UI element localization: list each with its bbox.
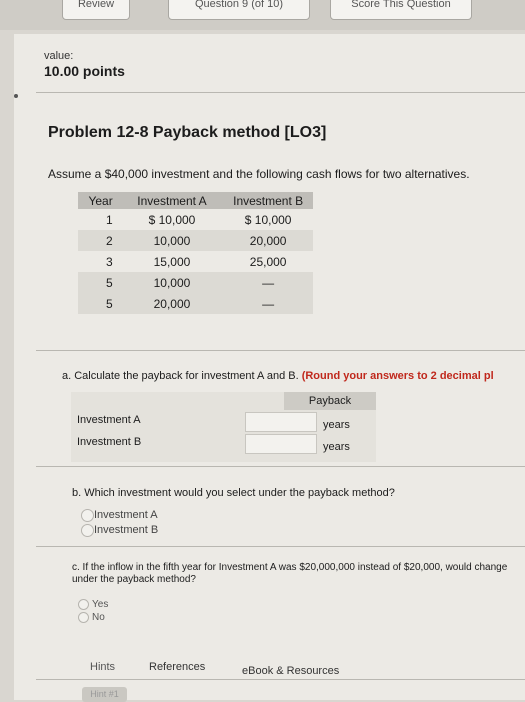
option-label-investment-a: Investment A	[94, 509, 158, 521]
review-label: Review	[77, 0, 115, 10]
table-row: 1 $ 10,000 $ 10,000	[78, 209, 313, 230]
divider	[36, 546, 525, 547]
problem-title: Problem 12-8 Payback method [LO3]	[48, 124, 327, 141]
cell-investment-a: 20,000	[120, 293, 224, 314]
column-header-investment-a: Investment A	[120, 192, 224, 209]
cell-investment-a: $ 10,000	[148, 212, 196, 227]
table-row: 2 10,000 20,000	[78, 230, 313, 251]
cell-investment-b: $ 10,000	[244, 212, 292, 227]
value-label: value:	[44, 50, 74, 62]
top-toolbar: Review Question 9 (of 10) Score This Que…	[0, 0, 525, 30]
cell-investment-a: 15,000	[153, 254, 191, 269]
payback-input-investment-a[interactable]	[245, 412, 317, 432]
cell-year: 1	[106, 212, 113, 227]
option-label-investment-b: Investment B	[94, 524, 159, 536]
cash-flow-table: Year Investment A Investment B 1 $ 10,00…	[78, 192, 313, 314]
answer-label-investment-b: Investment B	[77, 436, 142, 448]
question-nav-button[interactable]: Question 9 (of 10)	[168, 0, 310, 20]
payback-column-header: Payback	[284, 392, 376, 410]
radio-no[interactable]	[78, 612, 89, 623]
part-c-question: c. If the inflow in the fifth year for I…	[72, 562, 508, 585]
bullet-marker	[14, 94, 18, 98]
cell-investment-b: —	[223, 272, 313, 293]
part-a-text: a. Calculate the payback for investment …	[62, 370, 299, 382]
table-row: 5 10,000 —	[78, 272, 313, 293]
cell-year: 2	[78, 230, 121, 251]
part-a-instruction: (Round your answers to 2 decimal pl	[301, 370, 494, 382]
question-nav-label: Question 9 (of 10)	[194, 0, 284, 10]
column-header-investment-b: Investment B	[223, 192, 313, 209]
hints-tab[interactable]: Hints	[90, 661, 115, 673]
cell-year: 5	[78, 293, 121, 314]
cell-investment-a: 10,000	[120, 230, 224, 251]
payback-answer-table: Payback Investment A years Investment B …	[71, 392, 376, 462]
question-sheet: value: 10.00 points Problem 12-8 Payback…	[14, 34, 525, 702]
divider	[36, 679, 525, 680]
divider	[36, 92, 525, 93]
radio-yes[interactable]	[78, 599, 89, 610]
answer-label-investment-a: Investment A	[77, 414, 141, 426]
part-a-question: a. Calculate the payback for investment …	[62, 370, 494, 382]
table-row: 5 20,000 —	[78, 293, 313, 314]
score-question-button[interactable]: Score This Question	[330, 0, 472, 20]
column-header-year: Year	[78, 192, 121, 209]
cell-investment-a: 10,000	[120, 272, 224, 293]
radio-investment-a[interactable]	[81, 509, 94, 522]
divider	[36, 466, 525, 467]
option-label-yes: Yes	[92, 599, 109, 610]
payback-input-investment-b[interactable]	[245, 434, 317, 454]
cell-year: 3	[106, 254, 113, 269]
cell-investment-b: 20,000	[223, 230, 313, 251]
ebook-resources-tab[interactable]: eBook & Resources	[242, 665, 339, 677]
part-b-question: b. Which investment would you select und…	[72, 487, 395, 499]
table-header-row: Year Investment A Investment B	[78, 192, 313, 209]
score-question-label: Score This Question	[351, 0, 451, 10]
table-row: 3 15,000 25,000	[78, 251, 313, 272]
divider	[36, 350, 525, 351]
unit-years: years	[323, 441, 350, 453]
radio-investment-b[interactable]	[81, 524, 94, 537]
cell-investment-b: —	[223, 293, 313, 314]
unit-years: years	[323, 419, 350, 431]
review-button[interactable]: Review	[62, 0, 130, 20]
value-points: 10.00 points	[44, 63, 125, 79]
references-tab[interactable]: References	[149, 661, 205, 673]
cell-investment-b: 25,000	[249, 254, 287, 269]
problem-intro: Assume a $40,000 investment and the foll…	[48, 167, 470, 181]
option-label-no: No	[92, 612, 105, 623]
cell-year: 5	[78, 272, 121, 293]
